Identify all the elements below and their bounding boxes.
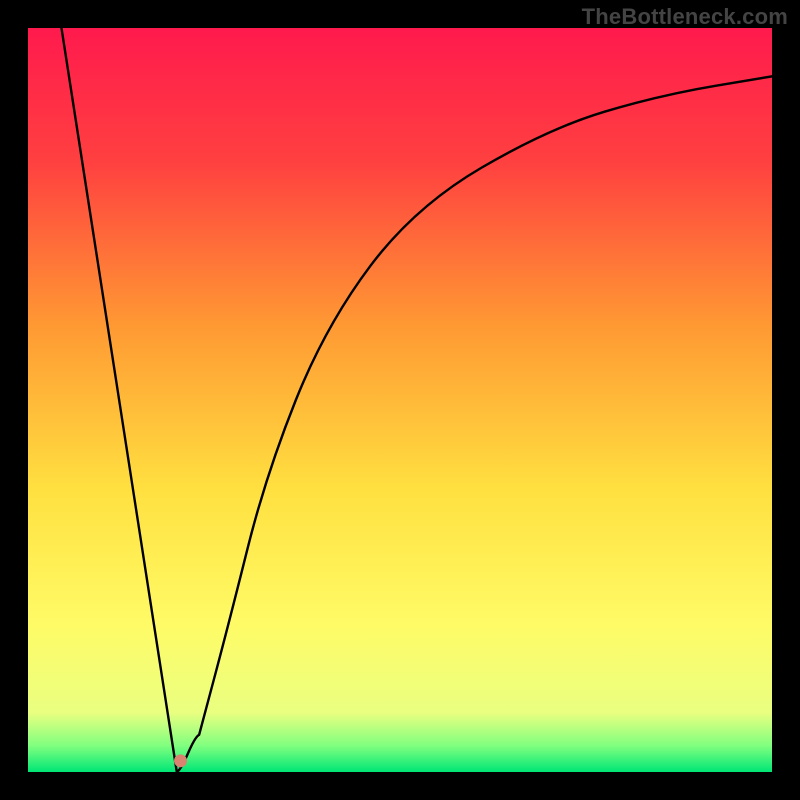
gradient-background bbox=[28, 28, 772, 772]
watermark-text: TheBottleneck.com bbox=[582, 4, 788, 30]
plot-area bbox=[28, 28, 772, 772]
optimal-point-marker bbox=[174, 754, 187, 767]
chart-svg bbox=[28, 28, 772, 772]
chart-frame: TheBottleneck.com bbox=[0, 0, 800, 800]
